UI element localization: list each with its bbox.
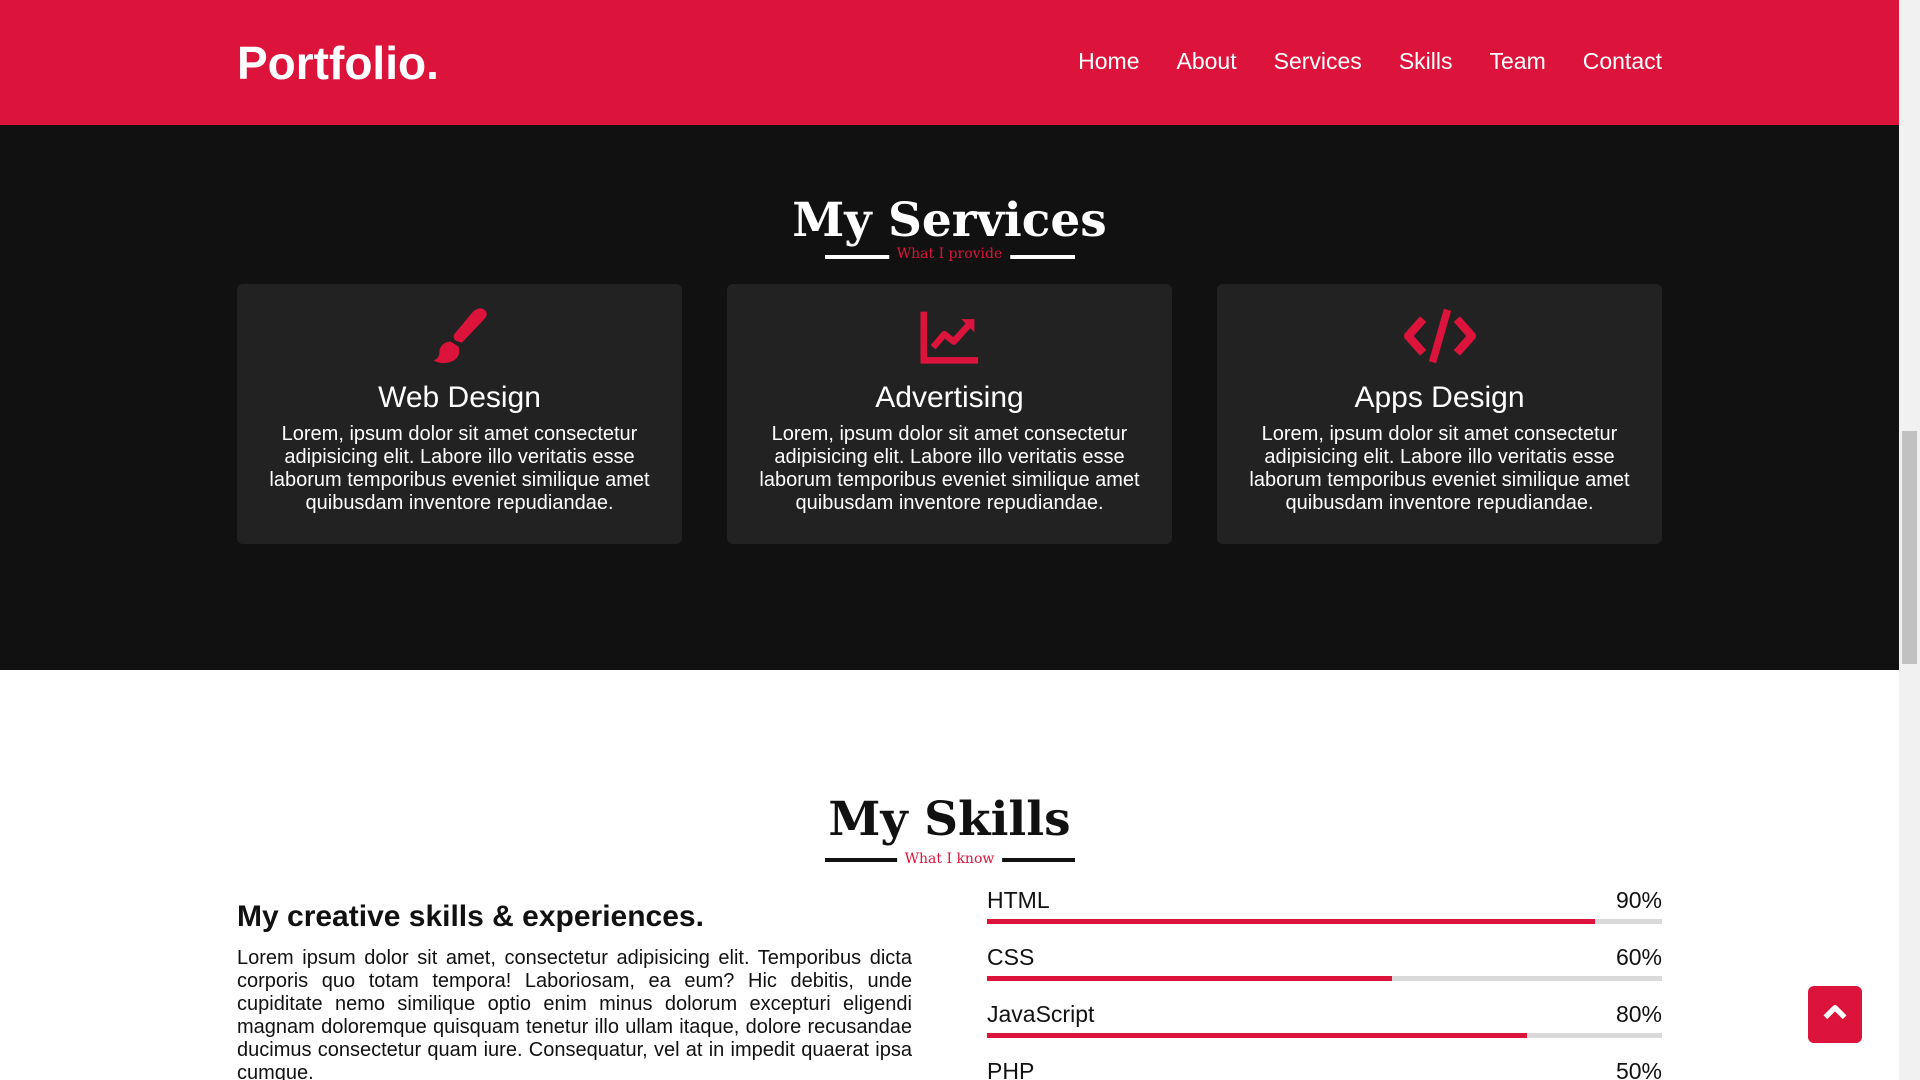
chart-line-icon — [727, 306, 1172, 366]
skills-section: My Skills What I know My creative skills… — [0, 670, 1899, 1080]
code-icon — [1217, 306, 1662, 366]
scrollbar-thumb[interactable] — [1902, 431, 1917, 664]
nav-link-services[interactable]: Services — [1274, 48, 1362, 75]
services-subtitle: What I provide — [888, 246, 1011, 262]
skill-percent: 60% — [1615, 944, 1662, 970]
skill-track — [987, 919, 1662, 924]
service-card-apps-design: Apps Design Lorem, ipsum dolor sit amet … — [1217, 284, 1662, 544]
skill-bar-css: CSS 60% — [987, 944, 1662, 1001]
service-card-advertising: Advertising Lorem, ipsum dolor sit amet … — [727, 284, 1172, 544]
skill-name: PHP — [987, 1058, 1035, 1080]
skill-percent: 50% — [1615, 1058, 1662, 1080]
service-title: Advertising — [875, 381, 1024, 414]
services-cards: Web Design Lorem, ipsum dolor sit amet c… — [237, 284, 1662, 544]
nav-menu: Home About Services Skills Team Contact — [1078, 48, 1662, 75]
service-description: Lorem, ipsum dolor sit amet consectetur … — [269, 423, 650, 514]
service-description: Lorem, ipsum dolor sit amet consectetur … — [759, 423, 1140, 514]
skill-fill — [987, 919, 1595, 924]
site-logo[interactable]: Portfolio. — [237, 36, 439, 90]
skills-title: My Skills — [828, 792, 1071, 847]
skills-text: Lorem ipsum dolor sit amet, consectetur … — [237, 947, 912, 1080]
skill-name: CSS — [987, 944, 1035, 970]
skill-bar-php: PHP 50% — [987, 1058, 1662, 1080]
skill-percent: 80% — [1615, 1001, 1662, 1027]
service-card-web-design: Web Design Lorem, ipsum dolor sit amet c… — [237, 284, 682, 544]
nav-link-team[interactable]: Team — [1489, 48, 1545, 75]
service-title: Web Design — [378, 381, 541, 414]
nav-link-home[interactable]: Home — [1078, 48, 1139, 75]
skill-name: HTML — [987, 887, 1050, 913]
skill-bar-html: HTML 90% — [987, 887, 1662, 944]
paintbrush-icon — [237, 306, 682, 366]
skill-fill — [987, 976, 1392, 981]
skill-bar-javascript: JavaScript 80% — [987, 1001, 1662, 1058]
nav-link-about[interactable]: About — [1177, 48, 1237, 75]
skills-heading: My creative skills & experiences. — [237, 900, 704, 933]
service-title: Apps Design — [1354, 381, 1525, 414]
skills-intro: My creative skills & experiences. Lorem … — [237, 900, 912, 1080]
skill-track — [987, 976, 1662, 981]
skill-name: JavaScript — [987, 1001, 1095, 1027]
scroll-to-top-button[interactable] — [1808, 986, 1862, 1043]
navbar: Portfolio. Home About Services Skills Te… — [0, 0, 1899, 125]
skill-fill — [987, 1033, 1527, 1038]
chevron-up-icon — [1821, 998, 1849, 1031]
services-title: My Services — [792, 193, 1107, 248]
page-scrollbar[interactable] — [1899, 0, 1920, 1080]
skill-track — [987, 1033, 1662, 1038]
skill-percent: 90% — [1615, 887, 1662, 913]
nav-link-contact[interactable]: Contact — [1583, 48, 1662, 75]
skill-bars: HTML 90% CSS 60% JavaScript 80% PHP 50% — [987, 887, 1662, 1080]
service-description: Lorem, ipsum dolor sit amet consectetur … — [1249, 423, 1630, 514]
skills-subtitle: What I know — [896, 851, 1003, 867]
nav-link-skills[interactable]: Skills — [1399, 48, 1453, 75]
services-section: My Services What I provide Web Design Lo… — [0, 125, 1899, 670]
